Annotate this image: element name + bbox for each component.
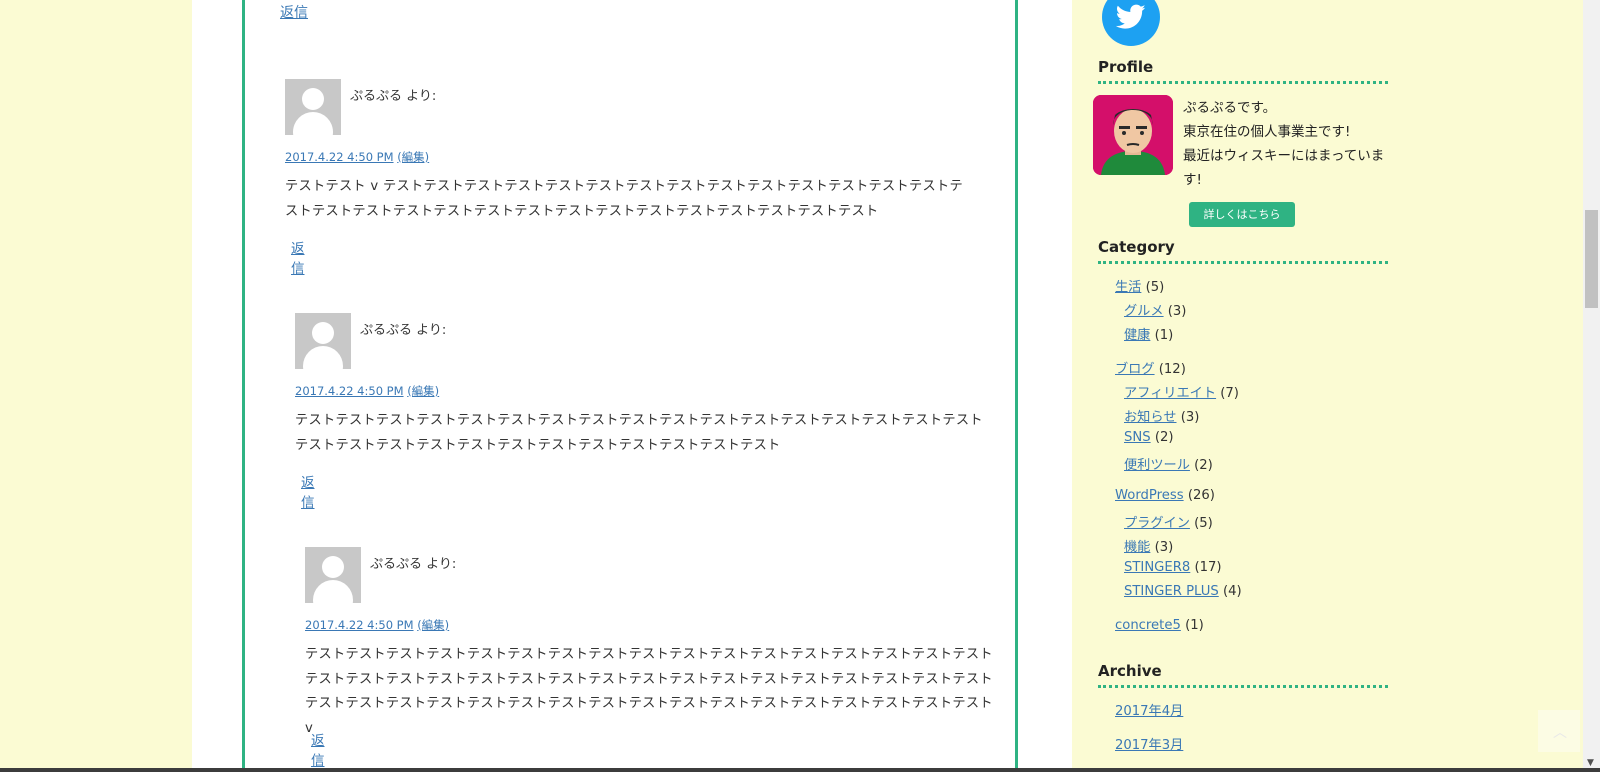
comment-edit-link[interactable]: (編集) <box>417 618 449 632</box>
category-count: (3) <box>1167 304 1187 319</box>
comment-date-link[interactable]: 2017.4.22 4:50 PM <box>295 384 404 398</box>
category-count: (1) <box>1185 618 1204 633</box>
profile-line: ぷるぷるです。 <box>1183 100 1277 116</box>
widget-divider <box>1098 261 1388 264</box>
archive-widget-title: Archive <box>1098 662 1162 680</box>
comment-author: ぷるぷる より: <box>370 557 457 572</box>
category-item: 便利ツール (2) <box>1124 454 1213 473</box>
category-item: お知らせ (3) <box>1124 406 1199 425</box>
comment-author: ぷるぷる より: <box>360 323 447 338</box>
comment-edit-link[interactable]: (編集) <box>407 384 439 398</box>
reply-link[interactable]: 返信 <box>301 471 315 511</box>
avatar <box>295 313 351 369</box>
scroll-down-arrow-icon[interactable]: ▼ <box>1587 758 1594 768</box>
category-item: アフィリエイト (7) <box>1124 382 1239 401</box>
reply-link[interactable]: 返信 <box>291 237 305 277</box>
profile-widget-title: Profile <box>1098 58 1154 76</box>
widget-divider <box>1098 685 1388 688</box>
category-count: (3) <box>1154 540 1174 555</box>
archive-link[interactable]: 2017年4月 <box>1115 704 1183 719</box>
category-count: (1) <box>1154 328 1174 343</box>
category-item: プラグイン (5) <box>1124 512 1213 531</box>
category-link[interactable]: お知らせ <box>1124 410 1177 425</box>
window-bottom-edge <box>0 768 1600 772</box>
scrollbar[interactable]: ▼ <box>1583 0 1600 772</box>
comment-date-link[interactable]: 2017.4.22 4:50 PM <box>305 618 414 632</box>
category-item: STINGER PLUS (4) <box>1124 584 1242 599</box>
archive-link[interactable]: 2017年3月 <box>1115 738 1183 753</box>
category-item: concrete5 (1) <box>1115 618 1204 633</box>
category-item: SNS (2) <box>1124 430 1174 445</box>
category-count: (4) <box>1222 584 1242 599</box>
comment-author: ぷるぷる より: <box>350 89 437 104</box>
profile-line: 東京在住の個人事業主です! <box>1183 124 1351 140</box>
category-item: 機能 (3) <box>1124 536 1173 555</box>
category-link[interactable]: ブログ <box>1115 362 1155 377</box>
category-link[interactable]: STINGER PLUS <box>1124 584 1219 599</box>
category-link[interactable]: グルメ <box>1124 304 1164 319</box>
comment-date-link[interactable]: 2017.4.22 4:50 PM <box>285 150 394 164</box>
profile-detail-button[interactable]: 詳しくはこちら <box>1189 202 1295 227</box>
reply-link[interactable]: 返信 <box>280 2 308 22</box>
category-count: (5) <box>1145 280 1165 295</box>
category-link[interactable]: 機能 <box>1124 540 1150 555</box>
category-count: (2) <box>1194 458 1213 473</box>
category-count: (7) <box>1220 386 1239 401</box>
category-item: ブログ (12) <box>1115 358 1186 377</box>
category-item: グルメ (3) <box>1124 300 1186 319</box>
avatar <box>305 547 361 603</box>
comment-text: テストテストテストテストテストテストテストテストテストテストテストテストテストテ… <box>295 413 983 453</box>
category-item: 生活 (5) <box>1115 276 1164 295</box>
category-link[interactable]: concrete5 <box>1115 618 1181 633</box>
category-count: (17) <box>1194 560 1222 575</box>
category-item: 健康 (1) <box>1124 324 1173 343</box>
avatar <box>285 79 341 135</box>
reply-link[interactable]: 返信 <box>311 729 325 769</box>
category-link[interactable]: SNS <box>1124 430 1151 445</box>
category-link[interactable]: 生活 <box>1115 280 1141 295</box>
profile-avatar <box>1093 95 1173 175</box>
category-item: STINGER8 (17) <box>1124 560 1222 575</box>
comment-text: テストテストテストテストテストテストテストテストテストテストテストテストテストテ… <box>305 647 993 736</box>
profile-line: 最近はウィスキーにはまっています! <box>1183 148 1385 188</box>
comment-text: テストテスト v テストテストテストテストテストテストテストテストテストテストテ… <box>285 179 963 219</box>
comment-date-line: 2017.4.22 4:50 PM (編集) <box>305 617 449 633</box>
category-count: (12) <box>1158 362 1186 377</box>
category-link[interactable]: アフィリエイト <box>1124 386 1216 401</box>
category-count: (2) <box>1154 430 1174 445</box>
comment-date-line: 2017.4.22 4:50 PM (編集) <box>285 149 429 165</box>
category-link[interactable]: WordPress <box>1115 488 1184 503</box>
profile-description: ぷるぷるです。 東京在住の個人事業主です! 最近はウィスキーにはまっています! <box>1183 96 1393 192</box>
widget-divider <box>1098 81 1388 84</box>
category-item: WordPress (26) <box>1115 488 1215 503</box>
archive-item: 2017年4月 <box>1115 700 1183 719</box>
category-link[interactable]: 便利ツール <box>1124 458 1190 473</box>
scrollbar-thumb[interactable] <box>1585 210 1598 308</box>
category-link[interactable]: プラグイン <box>1124 516 1190 531</box>
comment-edit-link[interactable]: (編集) <box>397 150 429 164</box>
category-count: (5) <box>1194 516 1213 531</box>
category-count: (3) <box>1180 410 1200 425</box>
category-link[interactable]: 健康 <box>1124 328 1150 343</box>
category-widget-title: Category <box>1098 238 1175 256</box>
archive-item: 2017年3月 <box>1115 734 1183 753</box>
category-count: (26) <box>1187 488 1215 503</box>
category-link[interactable]: STINGER8 <box>1124 560 1190 575</box>
chevron-up-icon: ︿ <box>1553 725 1567 741</box>
comment-date-line: 2017.4.22 4:50 PM (編集) <box>295 383 439 399</box>
back-to-top-button[interactable]: ︿ <box>1538 710 1580 752</box>
